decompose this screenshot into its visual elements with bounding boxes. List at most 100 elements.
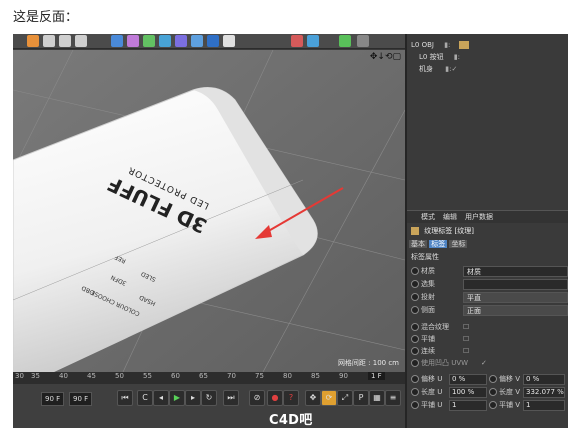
radio-icon[interactable] xyxy=(411,323,419,331)
prop-label: 混合纹理 xyxy=(421,323,449,331)
prop-label: 偏移 V xyxy=(499,375,521,383)
camera-icon[interactable] xyxy=(207,35,219,47)
c4d-screenshot: 3D FLUFF LED PROTECTOR COLOUR CHOOSE OBD… xyxy=(13,34,568,428)
prop-material[interactable]: 材质 材质 xyxy=(411,266,568,277)
shape-icon[interactable] xyxy=(143,35,155,47)
checkbox-icon[interactable]: ✓ xyxy=(481,358,487,368)
tab-basic[interactable]: 基本 xyxy=(409,240,427,248)
prop-value[interactable]: 0 % xyxy=(523,374,565,385)
radio-icon[interactable] xyxy=(489,401,497,409)
param-icon[interactable]: P xyxy=(353,390,369,406)
film-clapper-icon[interactable] xyxy=(75,35,87,47)
prop-tile[interactable]: 平铺 ☐ xyxy=(411,334,566,344)
radio-icon[interactable] xyxy=(411,375,419,383)
prop-side[interactable]: 侧面 正面 xyxy=(411,305,568,316)
object-row[interactable]: L0 OBJ ▮: xyxy=(411,40,469,50)
prop-label: 平铺 xyxy=(421,335,435,343)
prop-value[interactable]: 1 xyxy=(523,400,565,411)
radio-icon[interactable] xyxy=(411,359,419,367)
radio-icon[interactable] xyxy=(411,388,419,396)
next-frame-icon[interactable]: ▸ xyxy=(185,390,201,406)
prop-label: 投射 xyxy=(421,293,435,301)
object-row[interactable]: L0 按钮 ▮: xyxy=(419,52,460,62)
checkbox-icon[interactable]: ☐ xyxy=(463,334,469,344)
film-clapper-icon[interactable] xyxy=(43,35,55,47)
radio-icon[interactable] xyxy=(411,267,419,275)
prop-mix-textures[interactable]: 混合纹理 ☐ xyxy=(411,322,566,332)
keyframe-scale-icon[interactable]: ⤢ xyxy=(337,390,353,406)
visibility-icon[interactable]: ▮:✓ xyxy=(445,65,457,73)
prop-value[interactable] xyxy=(463,279,568,290)
timeline-tick: 70 xyxy=(227,372,236,380)
visibility-icon[interactable]: ▮: xyxy=(444,41,450,49)
prop-value[interactable]: 正面 xyxy=(463,305,568,316)
timeline-tick: 30 xyxy=(15,372,24,380)
film-clapper-icon[interactable] xyxy=(59,35,71,47)
frame-field[interactable]: 90 F xyxy=(69,392,93,406)
menu-icon[interactable]: ≡ xyxy=(385,390,401,406)
menu-user-data[interactable]: 用户数据 xyxy=(465,212,493,222)
autokey-icon[interactable]: ● xyxy=(267,390,283,406)
radio-icon[interactable] xyxy=(411,401,419,409)
checkbox-icon[interactable]: ☐ xyxy=(463,322,469,332)
prop-value[interactable]: 332.077 % xyxy=(523,387,565,398)
prop-label: 长度 V xyxy=(499,388,521,396)
radio-icon[interactable] xyxy=(489,388,497,396)
prop-projection[interactable]: 投射 平直 xyxy=(411,292,568,303)
keyframe-rotate-icon[interactable]: ⟳ xyxy=(321,390,337,406)
deformer-icon[interactable] xyxy=(291,35,303,47)
prev-frame-icon[interactable]: ◂ xyxy=(153,390,169,406)
3d-viewport[interactable]: 3D FLUFF LED PROTECTOR COLOUR CHOOSE OBD… xyxy=(13,50,405,372)
checkbox-icon[interactable]: ☐ xyxy=(463,346,469,356)
prop-tiles[interactable]: 平铺 U 1 平铺 V 1 xyxy=(411,400,566,411)
radio-icon[interactable] xyxy=(411,306,419,314)
prop-label: 偏移 U xyxy=(421,375,443,383)
light-icon[interactable] xyxy=(223,35,235,47)
prop-value[interactable]: 1 xyxy=(449,400,487,411)
prop-seamless[interactable]: 连续 ☐ xyxy=(411,346,566,356)
radio-icon[interactable] xyxy=(411,293,419,301)
go-end-icon[interactable]: ⏭ xyxy=(223,390,239,406)
capsule-icon[interactable] xyxy=(175,35,187,47)
grid-icon[interactable] xyxy=(191,35,203,47)
texture-tag-icon[interactable] xyxy=(458,41,469,49)
prop-length[interactable]: 长度 U 100 % 长度 V 332.077 % xyxy=(411,387,566,398)
pen-icon[interactable] xyxy=(127,35,139,47)
grid-icon[interactable]: ▦ xyxy=(369,390,385,406)
shape-icon[interactable] xyxy=(307,35,319,47)
end-frame-field[interactable]: 1 F xyxy=(368,372,385,380)
menu-mode[interactable]: 模式 xyxy=(421,212,435,222)
prop-offset[interactable]: 偏移 U 0 % 偏移 V 0 % xyxy=(411,374,566,385)
radio-icon[interactable] xyxy=(411,347,419,355)
object-row[interactable]: 机身 ▮:✓ xyxy=(419,64,457,74)
timeline-ruler[interactable]: 30 35 40 45 50 55 60 65 70 75 80 85 90 1… xyxy=(13,372,405,384)
cube-icon[interactable] xyxy=(111,35,123,47)
prop-value[interactable]: 平直 xyxy=(463,292,568,303)
keyframe-move-icon[interactable]: ✥ xyxy=(305,390,321,406)
prop-selection[interactable]: 选集 xyxy=(411,279,568,290)
prop-value[interactable]: 材质 xyxy=(463,266,568,277)
go-start-icon[interactable]: ⏮ xyxy=(117,390,133,406)
help-icon[interactable]: ? xyxy=(283,390,299,406)
timeline-tick: 90 xyxy=(339,372,348,380)
film-clapper-icon[interactable] xyxy=(27,35,39,47)
next-key-icon[interactable]: ↻ xyxy=(201,390,217,406)
radio-icon[interactable] xyxy=(411,335,419,343)
viewport-nav-icons[interactable]: ✥↓⟲▢ xyxy=(370,52,401,62)
settings-icon[interactable] xyxy=(357,35,369,47)
menu-edit[interactable]: 编辑 xyxy=(443,212,457,222)
visibility-icon[interactable]: ▮: xyxy=(454,53,460,61)
sphere-icon[interactable] xyxy=(159,35,171,47)
prev-key-icon[interactable]: C xyxy=(137,390,153,406)
frame-field[interactable]: 90 F xyxy=(41,392,65,406)
tab-tag[interactable]: 标签 xyxy=(429,240,448,248)
radio-icon[interactable] xyxy=(411,280,419,288)
record-icon[interactable]: ⊘ xyxy=(249,390,265,406)
tab-coordinates[interactable]: 坐标 xyxy=(449,240,468,248)
play-icon[interactable]: ▶ xyxy=(169,390,185,406)
prop-value[interactable]: 0 % xyxy=(449,374,487,385)
render-icon[interactable] xyxy=(339,35,351,47)
prop-value[interactable]: 100 % xyxy=(449,387,487,398)
prop-use-bump-uvw[interactable]: 使用凹凸 UVW ✓ xyxy=(411,358,566,368)
radio-icon[interactable] xyxy=(489,375,497,383)
